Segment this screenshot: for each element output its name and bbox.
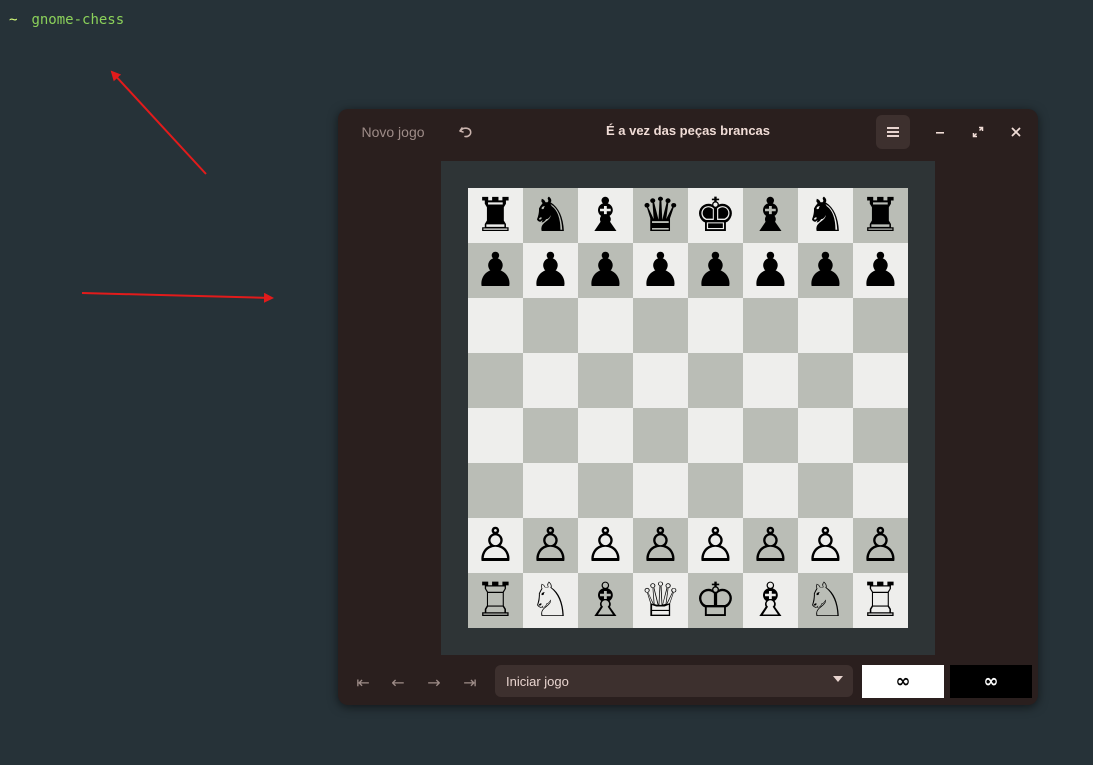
close-icon — [1011, 127, 1021, 137]
board-square-b3[interactable] — [523, 463, 578, 518]
board-square-a2[interactable]: ♙ — [468, 518, 523, 573]
header-bar: Novo jogo É a vez das peças brancas — [338, 109, 1038, 155]
board-square-d6[interactable] — [633, 298, 688, 353]
board-square-b4[interactable] — [523, 408, 578, 463]
board-square-h2[interactable]: ♙ — [853, 518, 908, 573]
board-square-f5[interactable] — [743, 353, 798, 408]
board-square-h4[interactable] — [853, 408, 908, 463]
board-square-g4[interactable] — [798, 408, 853, 463]
white-clock: ∞ — [862, 665, 944, 698]
new-game-button[interactable]: Novo jogo — [350, 117, 436, 147]
minimize-icon — [936, 132, 944, 134]
board-square-d7[interactable]: ♟ — [633, 243, 688, 298]
board-square-f7[interactable]: ♟ — [743, 243, 798, 298]
board-frame: ♜ ♞ ♝ ♛ ♚ ♝ ♞ ♜ ♟ ♟ ♟ ♟ ♟ ♟ ♟ ♟ ♙ ♙ ♙ ♙ ♙ ♙ ♙ ♙ ♖ ♘ ♗ ♕ ♔ ♗ ♘ ♖ — [441, 161, 935, 655]
maximize-button[interactable] — [963, 117, 993, 147]
board-square-a1[interactable]: ♖ — [468, 573, 523, 628]
terminal-prompt-line: ~ gnome-chess — [9, 12, 124, 28]
board-square-f2[interactable]: ♙ — [743, 518, 798, 573]
minimize-button[interactable] — [925, 117, 955, 147]
undo-button[interactable] — [451, 117, 481, 147]
board-square-e3[interactable] — [688, 463, 743, 518]
board-square-b8[interactable]: ♞ — [523, 188, 578, 243]
board-square-b2[interactable]: ♙ — [523, 518, 578, 573]
board-square-h8[interactable]: ♜ — [853, 188, 908, 243]
board-square-g1[interactable]: ♘ — [798, 573, 853, 628]
board-square-f3[interactable] — [743, 463, 798, 518]
footer-bar: ⇤ ← → ⇥ Iniciar jogo ∞ ∞ — [338, 665, 1038, 699]
history-first-button[interactable]: ⇤ — [348, 667, 378, 697]
board-square-a6[interactable] — [468, 298, 523, 353]
board-square-e4[interactable] — [688, 408, 743, 463]
close-button[interactable] — [1001, 117, 1031, 147]
board-square-e6[interactable] — [688, 298, 743, 353]
board-square-g2[interactable]: ♙ — [798, 518, 853, 573]
board-square-a3[interactable] — [468, 463, 523, 518]
board-square-b6[interactable] — [523, 298, 578, 353]
history-last-button[interactable]: ⇥ — [455, 667, 485, 697]
board-square-d4[interactable] — [633, 408, 688, 463]
board-square-c1[interactable]: ♗ — [578, 573, 633, 628]
board-square-f6[interactable] — [743, 298, 798, 353]
board-square-c5[interactable] — [578, 353, 633, 408]
board-square-c4[interactable] — [578, 408, 633, 463]
history-prev-button[interactable]: ← — [383, 667, 413, 697]
board-square-f4[interactable] — [743, 408, 798, 463]
chess-window: Novo jogo É a vez das peças brancas ♜ ♞ … — [338, 109, 1038, 705]
board-square-c7[interactable]: ♟ — [578, 243, 633, 298]
board-square-f8[interactable]: ♝ — [743, 188, 798, 243]
undo-icon — [459, 127, 472, 138]
board-square-c2[interactable]: ♙ — [578, 518, 633, 573]
board-square-a5[interactable] — [468, 353, 523, 408]
board-square-d5[interactable] — [633, 353, 688, 408]
terminal-command: gnome-chess — [31, 12, 125, 28]
board-square-c8[interactable]: ♝ — [578, 188, 633, 243]
chevron-down-icon — [833, 676, 843, 682]
board-square-e8[interactable]: ♚ — [688, 188, 743, 243]
board-square-h6[interactable] — [853, 298, 908, 353]
move-history-dropdown[interactable]: Iniciar jogo — [495, 665, 853, 697]
window-title: É a vez das peças brancas — [605, 123, 771, 138]
maximize-icon — [972, 126, 984, 138]
annotation-arrow — [81, 292, 274, 303]
board-square-c3[interactable] — [578, 463, 633, 518]
black-clock: ∞ — [950, 665, 1032, 698]
board-square-f1[interactable]: ♗ — [743, 573, 798, 628]
board-square-g6[interactable] — [798, 298, 853, 353]
board-square-b5[interactable] — [523, 353, 578, 408]
chess-board[interactable]: ♜ ♞ ♝ ♛ ♚ ♝ ♞ ♜ ♟ ♟ ♟ ♟ ♟ ♟ ♟ ♟ ♙ ♙ ♙ ♙ ♙ ♙ ♙ ♙ ♖ ♘ ♗ ♕ ♔ ♗ ♘ ♖ — [468, 188, 908, 628]
board-square-c6[interactable] — [578, 298, 633, 353]
board-square-b7[interactable]: ♟ — [523, 243, 578, 298]
move-history-selected: Iniciar jogo — [506, 673, 569, 689]
board-square-h1[interactable]: ♖ — [853, 573, 908, 628]
board-square-a4[interactable] — [468, 408, 523, 463]
board-square-d3[interactable] — [633, 463, 688, 518]
board-square-d1[interactable]: ♕ — [633, 573, 688, 628]
board-square-h3[interactable] — [853, 463, 908, 518]
board-square-d8[interactable]: ♛ — [633, 188, 688, 243]
board-square-e5[interactable] — [688, 353, 743, 408]
board-square-g3[interactable] — [798, 463, 853, 518]
board-square-a8[interactable]: ♜ — [468, 188, 523, 243]
board-square-h7[interactable]: ♟ — [853, 243, 908, 298]
board-square-h5[interactable] — [853, 353, 908, 408]
board-square-g5[interactable] — [798, 353, 853, 408]
history-next-button[interactable]: → — [419, 667, 449, 697]
main-menu-button[interactable] — [876, 115, 910, 149]
board-square-e7[interactable]: ♟ — [688, 243, 743, 298]
hamburger-menu-icon — [887, 127, 899, 137]
terminal-prompt: ~ — [9, 12, 18, 28]
annotation-arrow — [110, 70, 207, 175]
board-square-a7[interactable]: ♟ — [468, 243, 523, 298]
board-square-g8[interactable]: ♞ — [798, 188, 853, 243]
board-square-e2[interactable]: ♙ — [688, 518, 743, 573]
board-square-e1[interactable]: ♔ — [688, 573, 743, 628]
board-square-d2[interactable]: ♙ — [633, 518, 688, 573]
board-square-b1[interactable]: ♘ — [523, 573, 578, 628]
board-square-g7[interactable]: ♟ — [798, 243, 853, 298]
